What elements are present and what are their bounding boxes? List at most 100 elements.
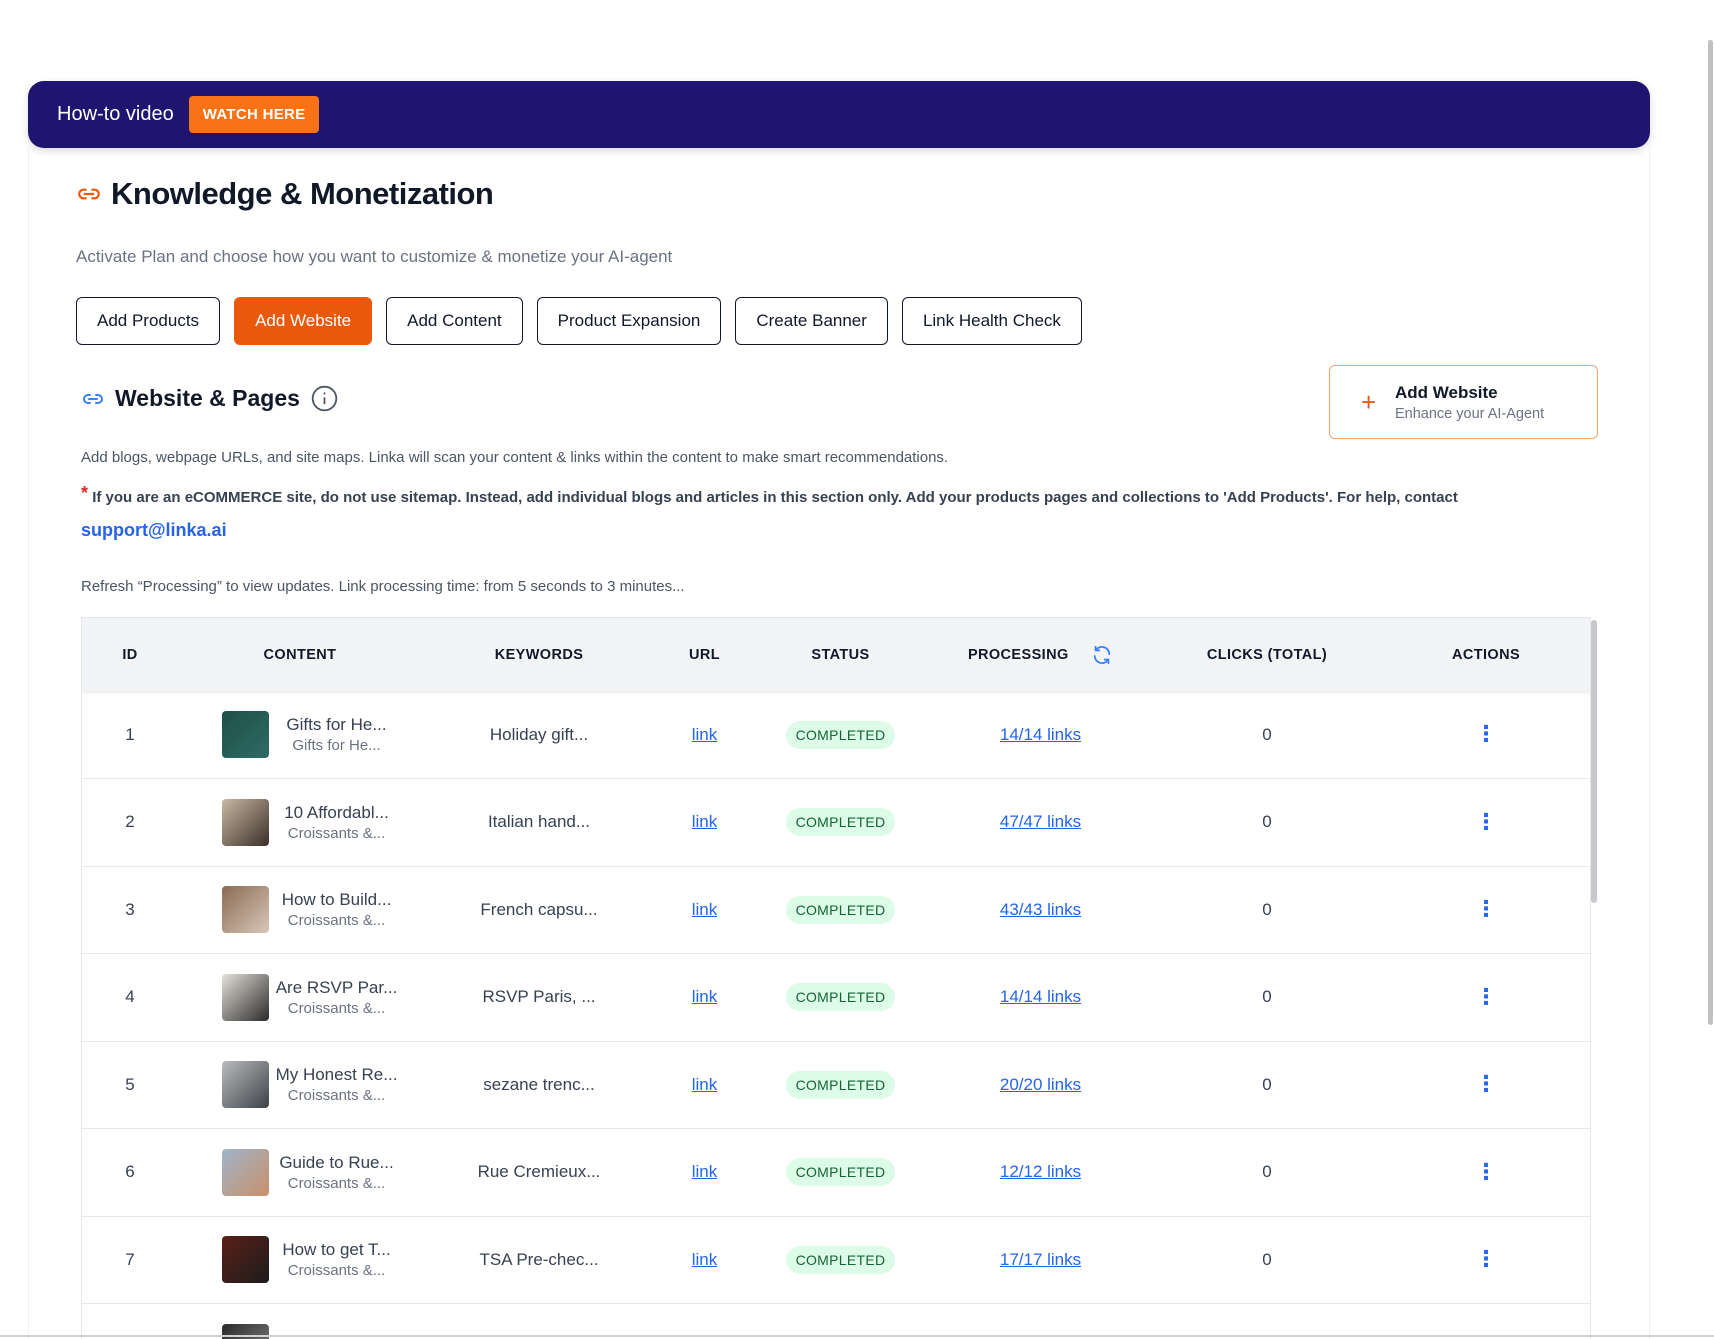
more-actions-icon[interactable]: ⋮: [1475, 1159, 1497, 1184]
column-header-status[interactable]: STATUS: [753, 618, 928, 691]
row-id: 3: [125, 899, 135, 919]
row-keywords: Italian hand...: [487, 812, 591, 832]
refresh-note: Refresh “Processing” to view updates. Li…: [81, 578, 685, 595]
status-badge: COMPLETED: [785, 983, 896, 1012]
content-cell[interactable]: My Honest Re... Croissants &...: [178, 1041, 422, 1129]
row-url-cell: link: [656, 1041, 753, 1129]
content-cell[interactable]: Are RSVP Par... Croissants &...: [178, 954, 422, 1042]
table-scrollbar-thumb[interactable]: [1591, 620, 1597, 903]
status-badge: COMPLETED: [785, 1158, 896, 1187]
page-scrollbar-thumb[interactable]: [1708, 40, 1713, 1025]
row-url-cell: link: [656, 866, 753, 954]
url-link[interactable]: link: [692, 812, 718, 831]
row-status-cell: COMPLETED: [753, 954, 928, 1042]
row-processing-cell: 20/20 links: [928, 1041, 1153, 1129]
content-title: Gifts for He...: [286, 715, 387, 734]
content-title: My Honest Re...: [275, 1065, 398, 1085]
more-actions-icon[interactable]: ⋮: [1475, 896, 1497, 921]
content-thumbnail: [222, 886, 269, 934]
status-badge: COMPLETED: [785, 1070, 896, 1099]
status-badge: COMPLETED: [785, 808, 896, 837]
tab-add-content[interactable]: Add Content: [386, 297, 523, 345]
content-cell[interactable]: Gifts for He... Gifts for He...: [178, 691, 422, 779]
table-row: 4 Are RSVP Par... Croissants &... RSVP Pari…: [82, 954, 1590, 1042]
add-website-subtitle: Enhance your AI-Agent: [1395, 405, 1545, 422]
add-website-button[interactable]: + Add Website Enhance your AI-Agent: [1329, 365, 1598, 439]
column-header-clicks[interactable]: CLICKS (TOTAL): [1153, 618, 1381, 691]
support-email-link[interactable]: support@linka.ai: [81, 520, 227, 540]
column-header-keywords[interactable]: KEYWORDS: [422, 618, 656, 691]
processing-link[interactable]: 17/17 links: [1000, 1250, 1081, 1269]
add-website-title: Add Website: [1395, 382, 1498, 402]
page-title: Knowledge & Monetization: [111, 176, 494, 211]
content-subtitle: Croissants &...: [287, 824, 386, 842]
row-url-cell: link: [656, 954, 753, 1042]
how-to-banner: How-to video WATCH HERE: [28, 81, 1650, 148]
banner-text: How-to video: [57, 103, 174, 125]
page-header: Knowledge & Monetization: [76, 176, 494, 212]
row-keywords: [422, 1304, 656, 1339]
refresh-icon[interactable]: [1091, 644, 1113, 666]
column-header-content[interactable]: CONTENT: [178, 618, 422, 691]
column-header-actions: ACTIONS: [1451, 646, 1521, 663]
row-keywords: Rue Cremieux...: [477, 1162, 601, 1182]
content-thumbnail: [222, 798, 269, 846]
content-cell[interactable]: Is Pink Mamm...: [178, 1304, 422, 1339]
column-header-url[interactable]: URL: [656, 618, 753, 691]
url-link[interactable]: link: [692, 987, 718, 1006]
row-id: 5: [125, 1074, 135, 1094]
content-cell[interactable]: Guide to Rue... Croissants &...: [178, 1129, 422, 1217]
tab-create-banner[interactable]: Create Banner: [735, 297, 888, 345]
more-actions-icon[interactable]: ⋮: [1475, 1246, 1497, 1271]
website-table: ID CONTENT KEYWORDS URL STATUS PROCESSIN…: [81, 617, 1591, 1339]
processing-link[interactable]: 43/43 links: [1000, 900, 1081, 919]
url-link[interactable]: link: [692, 725, 718, 744]
watch-here-button[interactable]: WATCH HERE: [188, 96, 320, 133]
table-row: 6 Guide to Rue... Croissants &... Rue Cremi…: [82, 1129, 1590, 1217]
content-cell[interactable]: 10 Affordabl... Croissants &...: [178, 779, 422, 867]
row-processing-cell: 12/12 links: [928, 1129, 1153, 1217]
tab-add-website[interactable]: Add Website: [234, 297, 373, 345]
content-cell[interactable]: How to get T... Croissants &...: [178, 1216, 422, 1304]
more-actions-icon[interactable]: ⋮: [1475, 984, 1497, 1009]
content-cell[interactable]: How to Build... Croissants &...: [178, 866, 422, 954]
row-clicks: 0: [1262, 899, 1272, 919]
tab-product-expansion[interactable]: Product Expansion: [536, 297, 722, 345]
processing-link[interactable]: 47/47 links: [1000, 812, 1081, 831]
row-processing-cell: 14/14 links: [928, 954, 1153, 1042]
content-thumbnail: [222, 1236, 269, 1284]
table-row: Is Pink Mamm...: [82, 1304, 1590, 1339]
url-link[interactable]: link: [692, 1162, 718, 1181]
column-header-id[interactable]: ID: [82, 618, 178, 691]
info-icon[interactable]: [311, 385, 338, 412]
more-actions-icon[interactable]: ⋮: [1475, 721, 1497, 746]
status-badge: COMPLETED: [785, 895, 896, 924]
row-status-cell: [753, 1304, 928, 1339]
row-keywords: French capsu...: [480, 899, 598, 919]
processing-link[interactable]: 12/12 links: [1000, 1162, 1081, 1181]
processing-link[interactable]: 14/14 links: [1000, 987, 1081, 1006]
content-subtitle: Croissants &...: [287, 999, 386, 1017]
tab-link-health-check[interactable]: Link Health Check: [901, 297, 1082, 345]
row-status-cell: COMPLETED: [753, 1041, 928, 1129]
section-header: Website & Pages: [81, 385, 338, 412]
column-header-processing[interactable]: PROCESSING: [928, 618, 1153, 691]
more-actions-icon[interactable]: ⋮: [1475, 1071, 1497, 1096]
more-actions-icon[interactable]: ⋮: [1475, 809, 1497, 834]
warning-text: If you are an eCOMMERCE site, do not use…: [92, 489, 1458, 506]
row-id: 4: [125, 987, 135, 1007]
processing-link[interactable]: 20/20 links: [1000, 1075, 1081, 1094]
url-link[interactable]: link: [692, 1075, 718, 1094]
url-link[interactable]: link: [692, 1250, 718, 1269]
row-keywords: sezane trenc...: [483, 1074, 595, 1094]
row-id: 2: [125, 812, 135, 832]
tab-add-products[interactable]: Add Products: [76, 297, 221, 345]
page-subtitle: Activate Plan and choose how you want to…: [76, 247, 673, 266]
content-title: How to get T...: [282, 1240, 391, 1260]
url-link[interactable]: link: [692, 900, 718, 919]
row-status-cell: COMPLETED: [753, 866, 928, 954]
processing-link[interactable]: 14/14 links: [1000, 725, 1081, 744]
row-id: 6: [125, 1162, 135, 1182]
row-url-cell: link: [656, 691, 753, 779]
section-title: Website & Pages: [115, 385, 300, 411]
